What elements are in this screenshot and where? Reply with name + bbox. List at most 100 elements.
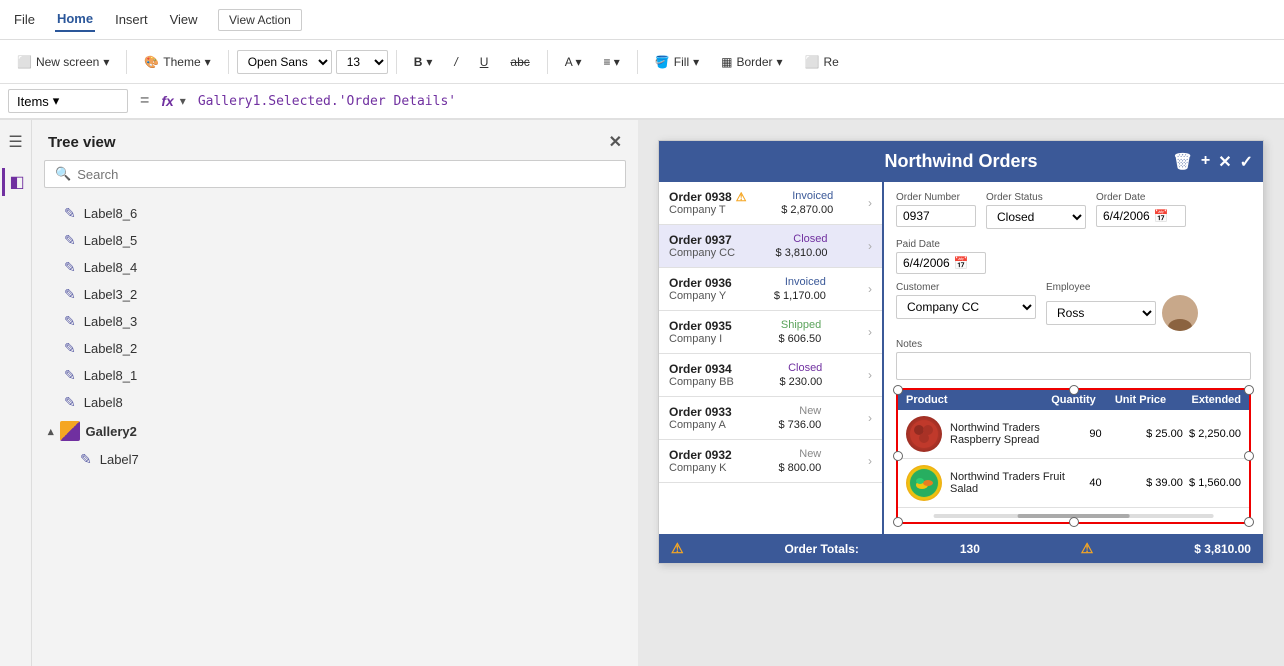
- tree-search-box[interactable]: 🔍: [44, 160, 626, 188]
- calendar-icon-paid[interactable]: 📅: [954, 256, 969, 270]
- order-status-0934: Closed: [788, 362, 822, 374]
- new-screen-chevron: ▾: [103, 55, 109, 69]
- border-label: Border: [736, 55, 772, 69]
- label-icon-8-4: ✎: [64, 259, 76, 276]
- theme-button[interactable]: 🎨 Theme ▾: [135, 50, 219, 74]
- product-img-raspberry: [906, 416, 942, 452]
- order-item-0933[interactable]: Order 0933 Company A New $ 736.00 ›: [659, 397, 882, 440]
- handle-bc[interactable]: [1069, 517, 1079, 527]
- tree-item-label-8-text: Label8: [84, 395, 123, 410]
- menu-view[interactable]: View: [168, 8, 200, 31]
- tree-item-label8-3[interactable]: ✎ Label8_3: [32, 308, 638, 335]
- handle-mr[interactable]: [1244, 451, 1254, 461]
- order-num-0933: Order 0933: [669, 405, 732, 419]
- italic-button[interactable]: /: [445, 50, 466, 74]
- fill-button[interactable]: 🪣 Fill ▾: [646, 50, 708, 74]
- customer-select[interactable]: Company CC: [896, 295, 1036, 319]
- employee-select[interactable]: Ross: [1046, 301, 1156, 325]
- border-chevron: ▾: [777, 55, 783, 69]
- tree-panel: Tree view ✕ 🔍 ✎ Label8_6 ✎ Label8_5 ✎ La…: [32, 120, 638, 666]
- canvas: Northwind Orders 🗑 + ✕ ✓ Order 093: [638, 120, 1284, 666]
- add-icon[interactable]: +: [1201, 152, 1210, 172]
- product-row-0[interactable]: Northwind Traders Raspberry Spread 90 $ …: [898, 410, 1249, 459]
- border-icon: ▦: [721, 55, 732, 69]
- search-input[interactable]: [77, 167, 615, 182]
- tree-header: Tree view ✕: [32, 120, 638, 160]
- order-item-0935[interactable]: Order 0935 Company I Shipped $ 606.50 ›: [659, 311, 882, 354]
- formula-fx-icon: fx: [161, 93, 173, 109]
- tree-item-label8-1[interactable]: ✎ Label8_1: [32, 362, 638, 389]
- border-button[interactable]: ▦ Border ▾: [712, 50, 791, 74]
- tree-item-label8-6[interactable]: ✎ Label8_6: [32, 200, 638, 227]
- tree-item-gallery2[interactable]: ▴ Gallery2: [32, 416, 638, 446]
- view-action-button[interactable]: View Action: [218, 9, 302, 31]
- order-num-0937: Order 0937: [669, 233, 735, 247]
- tree-item-label3-2[interactable]: ✎ Label3_2: [32, 281, 638, 308]
- font-color-button[interactable]: A ▾: [556, 50, 591, 74]
- items-dropdown[interactable]: Items ▾: [8, 89, 128, 113]
- font-size-select[interactable]: 13: [336, 50, 388, 74]
- tree-item-label7[interactable]: ✎ Label7: [32, 446, 638, 473]
- handle-tl[interactable]: [893, 385, 903, 395]
- hamburger-icon[interactable]: ☰: [4, 128, 26, 156]
- tree-item-label8-4[interactable]: ✎ Label8_4: [32, 254, 638, 281]
- tree-item-label-8-1-text: Label8_1: [84, 368, 138, 383]
- warn-icon-0938: ⚠: [736, 190, 747, 204]
- layers-icon[interactable]: ◧: [2, 168, 28, 196]
- product-ext-0: $ 2,250.00: [1183, 428, 1241, 440]
- chevron-right-0935: ›: [868, 325, 872, 339]
- handle-tc[interactable]: [1069, 385, 1079, 395]
- order-date-input[interactable]: 6/4/2006 📅: [1096, 205, 1186, 227]
- menu-home[interactable]: Home: [55, 7, 95, 32]
- order-item-0937[interactable]: Order 0937 Company CC Closed $ 3,810.00 …: [659, 225, 882, 268]
- order-item-0938[interactable]: Order 0938 ⚠ Company T Invoiced $ 2,870.…: [659, 182, 882, 225]
- new-screen-button[interactable]: ⬜ New screen ▾: [8, 50, 118, 74]
- order-amount-0935: $ 606.50: [778, 333, 821, 345]
- order-item-left-0938: Order 0938 ⚠ Company T: [669, 190, 746, 216]
- order-number-label: Order Number: [896, 192, 976, 203]
- order-company-0937: Company CC: [669, 247, 735, 259]
- detail-field-order-status: Order Status Closed: [986, 192, 1086, 229]
- order-item-0936[interactable]: Order 0936 Company Y Invoiced $ 1,170.00…: [659, 268, 882, 311]
- menu-insert[interactable]: Insert: [113, 8, 150, 31]
- tree-item-label8-2[interactable]: ✎ Label8_2: [32, 335, 638, 362]
- handle-bl[interactable]: [893, 517, 903, 527]
- menu-file[interactable]: File: [12, 8, 37, 31]
- re-button[interactable]: ⬜ Re: [796, 50, 848, 74]
- font-family-select[interactable]: Open Sans: [237, 50, 332, 74]
- close-icon[interactable]: ✕: [1218, 152, 1231, 172]
- product-price-1: $ 39.00: [1125, 477, 1183, 489]
- tree-item-label8[interactable]: ✎ Label8: [32, 389, 638, 416]
- new-screen-label: New screen: [36, 55, 99, 69]
- order-item-0934[interactable]: Order 0934 Company BB Closed $ 230.00 ›: [659, 354, 882, 397]
- order-status-0936: Invoiced: [785, 276, 826, 288]
- tree-close-button[interactable]: ✕: [609, 132, 622, 152]
- product-row-1[interactable]: Northwind Traders Fruit Salad 40 $ 39.00…: [898, 459, 1249, 508]
- notes-input[interactable]: [896, 352, 1251, 380]
- detail-field-employee: Employee Ross: [1046, 282, 1198, 331]
- order-number-input[interactable]: [896, 205, 976, 227]
- strikethrough-button[interactable]: abc: [501, 50, 538, 74]
- order-totals-label: Order Totals:: [784, 542, 858, 556]
- order-status-select[interactable]: Closed: [986, 205, 1086, 229]
- check-icon[interactable]: ✓: [1240, 152, 1253, 172]
- paid-date-input[interactable]: 6/4/2006 📅: [896, 252, 986, 274]
- qty-col-header: Quantity: [1040, 394, 1107, 406]
- handle-ml[interactable]: [893, 451, 903, 461]
- handle-tr[interactable]: [1244, 385, 1254, 395]
- underline-button[interactable]: U: [471, 50, 498, 74]
- handle-br[interactable]: [1244, 517, 1254, 527]
- align-button[interactable]: ≡ ▾: [594, 50, 628, 74]
- calendar-icon-order[interactable]: 📅: [1154, 209, 1169, 223]
- order-item-left-0933: Order 0933 Company A: [669, 405, 732, 431]
- tree-item-label-7-text: Label7: [100, 452, 139, 467]
- order-item-0932[interactable]: Order 0932 Company K New $ 800.00 ›: [659, 440, 882, 483]
- order-amount-0933: $ 736.00: [778, 419, 821, 431]
- search-icon: 🔍: [55, 166, 71, 182]
- tree-item-label8-5[interactable]: ✎ Label8_5: [32, 227, 638, 254]
- toolbar-sep-4: [547, 50, 548, 74]
- trash-icon[interactable]: 🗑: [1173, 152, 1193, 172]
- formula-input[interactable]: [192, 91, 1276, 112]
- bold-button[interactable]: B ▾: [405, 50, 442, 74]
- label-icon-8-1: ✎: [64, 367, 76, 384]
